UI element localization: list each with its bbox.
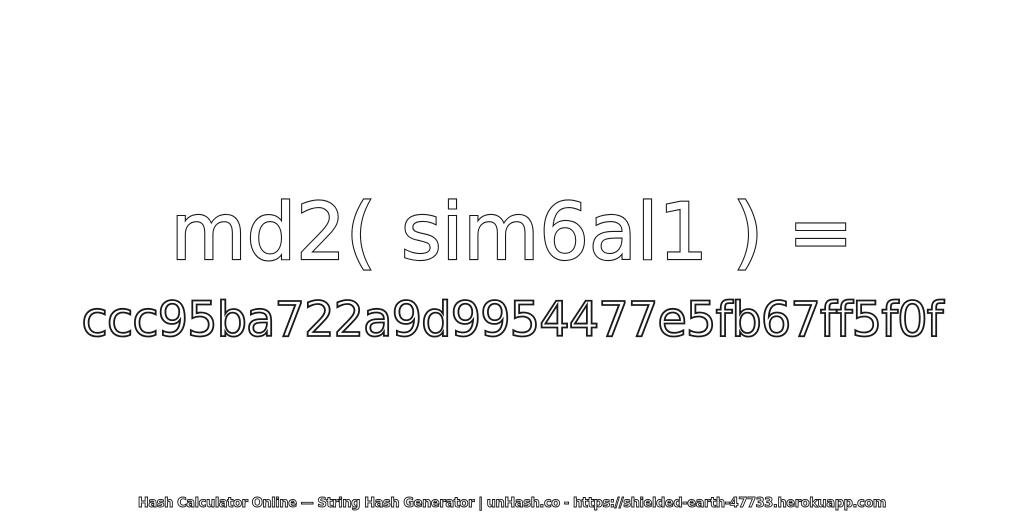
site-footer-credit: Hash Calculator Online — String Hash Gen… — [137, 496, 887, 512]
hash-result: ccc95ba722a9d9954477e5fb67ff5f0f — [81, 291, 945, 349]
hash-function-expression: md2( sim6al1 ) = — [170, 187, 855, 279]
